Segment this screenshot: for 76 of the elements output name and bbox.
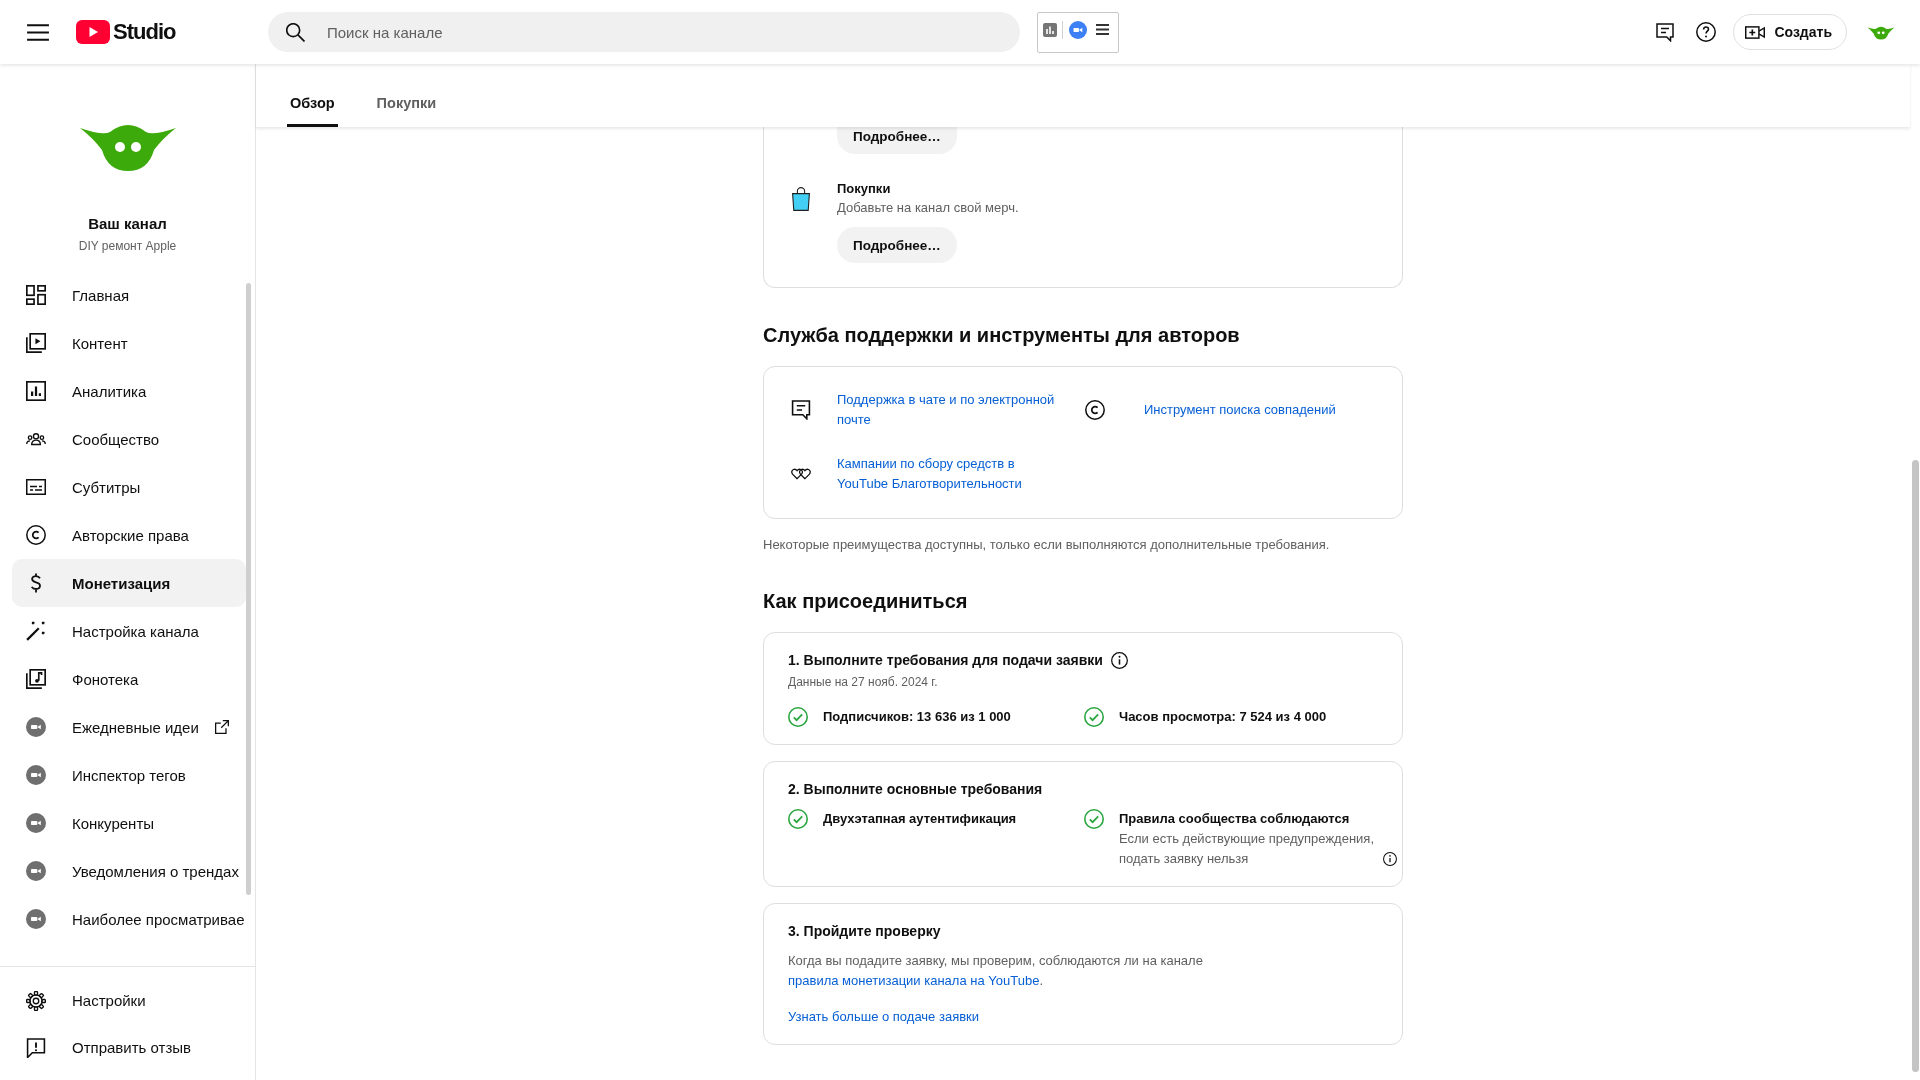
- menu-icon[interactable]: [1096, 24, 1109, 35]
- sidebar-item[interactable]: Ежедневные идеи: [12, 703, 246, 751]
- requirement-label: Правила сообщества соблюдаются: [1119, 810, 1350, 828]
- sidebar-item[interactable]: Фонотека: [12, 655, 246, 703]
- sidebar-item[interactable]: Монетизация: [12, 559, 246, 607]
- extension-icon: [26, 909, 46, 929]
- more-button[interactable]: Подробнее…: [837, 227, 957, 263]
- avatar-icon[interactable]: [1867, 24, 1895, 40]
- requirement-label: Двухэтапная аутентификация: [823, 810, 1017, 828]
- perk-description: Добавьте на канал свой мерч.: [837, 199, 1019, 217]
- music-library-icon: [26, 669, 46, 689]
- channel-name: DIY ремонт Apple: [78, 238, 177, 254]
- step-subtitle: Данные на 27 нояб. 2024 г.: [788, 674, 939, 691]
- extension-icon: [26, 765, 46, 785]
- feedback-icon: [26, 1037, 46, 1058]
- sidebar-item[interactable]: Главная: [12, 271, 246, 319]
- review-text: Когда вы подадите заявку, мы проверим, соблюдаются ли на канале правила монетизации канала на YouTube.: [788, 952, 1204, 990]
- help-icon[interactable]: [1696, 22, 1717, 42]
- wand-icon: [26, 621, 46, 641]
- add-video-icon: [1745, 25, 1766, 39]
- subtitles-icon: [26, 477, 46, 497]
- menu-icon[interactable]: [27, 23, 49, 41]
- chart-icon: [26, 381, 46, 401]
- settings-icon: [26, 990, 46, 1011]
- info-icon[interactable]: [1383, 852, 1397, 866]
- more-button[interactable]: Подробнее…: [837, 127, 957, 154]
- step-title: 2. Выполните основные требования: [788, 780, 1043, 799]
- sidebar-item[interactable]: Отправить отзыв: [12, 1024, 246, 1071]
- section-heading: Как присоединиться: [763, 589, 969, 613]
- play-logo-icon[interactable]: [76, 20, 110, 44]
- sidebar-item[interactable]: Настройка канала: [12, 607, 246, 655]
- sidebar-item[interactable]: Сообщество: [12, 415, 246, 463]
- video-library-icon: [26, 333, 46, 353]
- sidebar-item[interactable]: Субтитры: [12, 463, 246, 511]
- note-text: Некоторые преимущества доступны, только если выполняются дополнительные требования.: [763, 536, 1331, 554]
- sidebar-item[interactable]: Аналитика: [12, 367, 246, 415]
- copyright-icon: [1085, 400, 1105, 420]
- support-link[interactable]: Кампании по сбору средств в YouTube Благотворительности: [837, 454, 1069, 494]
- sidebar-item[interactable]: Авторские права: [12, 511, 246, 559]
- scrollbar-thumb[interactable]: [246, 283, 251, 895]
- scrollbar-thumb[interactable]: [1912, 460, 1919, 1072]
- chat-icon: [791, 400, 811, 420]
- step-title: 1. Выполните требования для подачи заявки: [788, 651, 1103, 670]
- sidebar-item[interactable]: Уведомления о трендах: [12, 847, 246, 895]
- sidebar-item[interactable]: Конкуренты: [12, 799, 246, 847]
- extension-icon[interactable]: [1069, 20, 1087, 39]
- search-field[interactable]: Поиск на канале: [268, 12, 1020, 52]
- extension-icon: [26, 813, 46, 833]
- extension-icon: [26, 717, 46, 737]
- section-heading: Служба поддержки и инструменты для авторов: [763, 323, 1241, 347]
- learn-more-link[interactable]: Узнать больше о подаче заявки: [788, 1007, 980, 1027]
- info-icon[interactable]: [1110, 651, 1128, 669]
- create-button[interactable]: Создать: [1733, 14, 1847, 50]
- sidebar-item[interactable]: Наиболее просматривае: [12, 895, 246, 943]
- dashboard-icon: [26, 285, 46, 305]
- feedback-icon[interactable]: [1656, 22, 1675, 42]
- requirement-note: Если есть действующие предупреждения, подать заявку нельзя: [1119, 830, 1375, 868]
- support-link[interactable]: Поддержка в чате и по электронной почте: [837, 390, 1069, 430]
- bag-icon: [792, 187, 810, 211]
- search-input[interactable]: Поиск на канале: [325, 22, 1000, 42]
- logo-text[interactable]: Studio: [113, 20, 176, 44]
- extension-icon: [26, 861, 46, 881]
- requirement-label: Часов просмотра: 7 524 из 4 000: [1119, 708, 1327, 726]
- perk-title: Покупки: [837, 181, 891, 197]
- search-icon[interactable]: [286, 22, 305, 42]
- tab[interactable]: Покупки: [373, 79, 440, 127]
- support-link[interactable]: Инструмент поиска совпадений: [1144, 400, 1336, 420]
- step-title: 3. Пройдите проверку: [788, 922, 941, 941]
- tab[interactable]: Обзор: [287, 79, 338, 127]
- copyright-icon: [26, 525, 46, 545]
- channel-title: Ваш канал: [88, 215, 167, 233]
- sidebar-item[interactable]: Инспектор тегов: [12, 751, 246, 799]
- chart-icon[interactable]: [1043, 22, 1057, 37]
- sidebar-item[interactable]: Настройки: [12, 977, 246, 1024]
- sidebar-item[interactable]: Контент: [12, 319, 246, 367]
- requirement-label: Подписчиков: 13 636 из 1 000: [823, 708, 1011, 726]
